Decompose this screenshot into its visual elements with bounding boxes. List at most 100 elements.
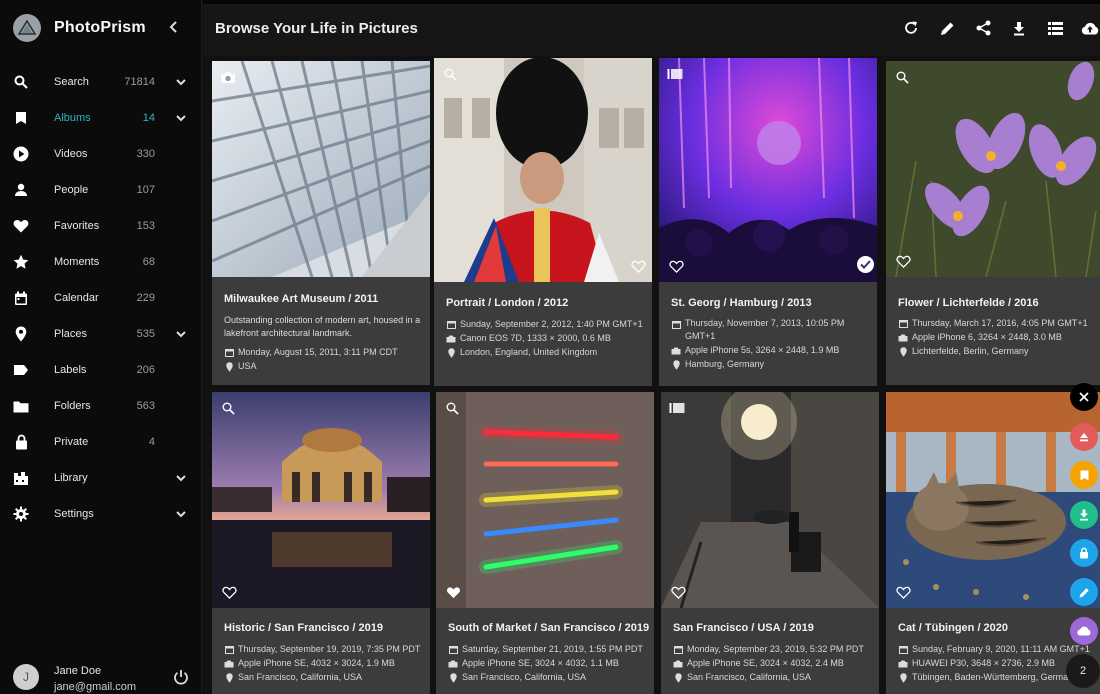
photo-camera: Apple iPhone SE, 4032 × 3024, 1.9 MB bbox=[224, 657, 395, 670]
photo-location: San Francisco, California, USA bbox=[448, 671, 586, 684]
sidebar-item-places[interactable]: Places 535 bbox=[0, 316, 202, 352]
clear-selection-button[interactable] bbox=[1070, 383, 1098, 411]
photo-card[interactable]: Flower / Lichterfelde / 2016 Thursday, M… bbox=[886, 61, 1100, 385]
photo-card[interactable]: St. Georg / Hamburg / 2013 Thursday, Nov… bbox=[659, 58, 877, 386]
sidebar-item-label: Private bbox=[54, 436, 89, 448]
collapse-sidebar-button[interactable] bbox=[164, 17, 184, 37]
sidebar-item-people[interactable]: People 107 bbox=[0, 172, 202, 208]
sidebar-item-moments[interactable]: Moments 68 bbox=[0, 244, 202, 280]
photo-thumbnail[interactable] bbox=[886, 392, 1100, 608]
photo-info: St. Georg / Hamburg / 2013 Thursday, Nov… bbox=[659, 282, 877, 386]
place-icon bbox=[224, 672, 234, 683]
camera-icon bbox=[448, 659, 458, 669]
favorite-heart-icon[interactable] bbox=[668, 258, 684, 274]
photo-thumbnail[interactable] bbox=[434, 58, 652, 282]
sidebar-item-label: Library bbox=[54, 472, 88, 484]
photo-title[interactable]: Portrait / London / 2012 bbox=[446, 297, 568, 309]
favorite-heart-icon[interactable] bbox=[221, 584, 237, 600]
photo-title[interactable]: South of Market / San Francisco / 2019 bbox=[448, 622, 649, 634]
share-button[interactable] bbox=[973, 18, 993, 38]
photo-date: Sunday, February 9, 2020, 11:11 AM GMT+1 bbox=[898, 643, 1090, 656]
sidebar-item-calendar[interactable]: Calendar 229 bbox=[0, 280, 202, 316]
sidebar-item-settings[interactable]: Settings bbox=[0, 496, 202, 532]
chevron-down-icon[interactable] bbox=[174, 507, 188, 521]
favorite-heart-icon[interactable] bbox=[670, 584, 686, 600]
photo-card[interactable]: Portrait / London / 2012 Sunday, Septemb… bbox=[434, 58, 652, 386]
chevron-down-icon[interactable] bbox=[174, 111, 188, 125]
photo-location: USA bbox=[224, 360, 257, 373]
chevron-down-icon[interactable] bbox=[174, 327, 188, 341]
sidebar-item-search[interactable]: Search 71814 bbox=[0, 64, 202, 100]
photo-thumbnail[interactable] bbox=[886, 61, 1100, 277]
sidebar-item-labels[interactable]: Labels 206 bbox=[0, 352, 202, 388]
photo-title[interactable]: Cat / Tübingen / 2020 bbox=[898, 622, 1008, 634]
sidebar-item-count: 153 bbox=[136, 220, 155, 232]
favorite-heart-filled-icon[interactable] bbox=[445, 584, 461, 600]
sidebar-item-label: Places bbox=[54, 328, 88, 340]
make-private-button[interactable] bbox=[1070, 539, 1098, 567]
sidebar-item-count: 206 bbox=[136, 364, 155, 376]
download-selection-button[interactable] bbox=[1070, 501, 1098, 529]
photo-location: Tübingen, Baden-Württemberg, Germany bbox=[898, 671, 1078, 684]
place-icon bbox=[12, 325, 30, 343]
library-icon bbox=[12, 469, 30, 487]
zoom-icon[interactable] bbox=[444, 400, 460, 416]
favorite-heart-icon[interactable] bbox=[895, 253, 911, 269]
sidebar-item-label: Folders bbox=[54, 400, 91, 412]
calendar-icon bbox=[224, 348, 234, 358]
add-to-album-button[interactable] bbox=[1070, 461, 1098, 489]
sidebar-item-library[interactable]: Library bbox=[0, 460, 202, 496]
photo-card[interactable]: Cat / Tübingen / 2020 Sunday, February 9… bbox=[886, 392, 1100, 694]
upload-button[interactable] bbox=[1080, 18, 1100, 38]
favorite-heart-icon[interactable] bbox=[630, 258, 646, 274]
selected-check-icon[interactable] bbox=[857, 256, 874, 273]
calendar-icon bbox=[12, 289, 30, 307]
edit-selection-button[interactable] bbox=[1070, 578, 1098, 606]
photo-card[interactable]: South of Market / San Francisco / 2019 S… bbox=[436, 392, 654, 694]
photo-thumbnail[interactable] bbox=[436, 392, 654, 608]
photo-date: Monday, September 23, 2019, 5:32 PM PDT bbox=[673, 643, 864, 656]
photo-thumbnail[interactable] bbox=[659, 58, 877, 282]
calendar-icon bbox=[898, 645, 908, 655]
avatar[interactable]: J bbox=[13, 664, 39, 690]
logout-button[interactable] bbox=[173, 669, 189, 685]
photo-title[interactable]: San Francisco / USA / 2019 bbox=[673, 622, 814, 634]
photoprism-logo[interactable] bbox=[13, 14, 41, 42]
chevron-down-icon[interactable] bbox=[174, 75, 188, 89]
sidebar-item-label: Albums bbox=[54, 112, 91, 124]
photo-title[interactable]: Flower / Lichterfelde / 2016 bbox=[898, 297, 1039, 309]
sidebar-item-label: Labels bbox=[54, 364, 87, 376]
photo-thumbnail[interactable] bbox=[212, 61, 430, 277]
refresh-button[interactable] bbox=[901, 18, 921, 38]
photo-date: Sunday, September 2, 2012, 1:40 PM GMT+1 bbox=[446, 318, 643, 331]
label-icon bbox=[12, 361, 30, 379]
photo-info: Milwaukee Art Museum / 2011 Outstanding … bbox=[212, 277, 430, 385]
zoom-icon[interactable] bbox=[894, 69, 910, 85]
photo-card[interactable]: Milwaukee Art Museum / 2011 Outstanding … bbox=[212, 61, 430, 385]
archive-selection-button[interactable] bbox=[1070, 617, 1098, 645]
photo-thumbnail[interactable] bbox=[661, 392, 879, 608]
favorite-heart-icon[interactable] bbox=[895, 584, 911, 600]
sidebar-item-private[interactable]: Private 4 bbox=[0, 424, 202, 460]
sidebar-item-favorites[interactable]: Favorites 153 bbox=[0, 208, 202, 244]
sidebar-item-albums[interactable]: Albums 14 bbox=[0, 100, 202, 136]
selection-count-button[interactable]: 2 bbox=[1066, 654, 1100, 688]
sidebar-item-folders[interactable]: Folders 563 bbox=[0, 388, 202, 424]
place-icon bbox=[898, 672, 908, 683]
share-selection-button[interactable] bbox=[1070, 423, 1098, 451]
list-view-button[interactable] bbox=[1045, 18, 1065, 38]
photo-info: Cat / Tübingen / 2020 Sunday, February 9… bbox=[886, 608, 1100, 694]
zoom-icon[interactable] bbox=[442, 66, 458, 82]
photo-card[interactable]: Historic / San Francisco / 2019 Thursday… bbox=[212, 392, 430, 694]
sidebar-item-videos[interactable]: Videos 330 bbox=[0, 136, 202, 172]
zoom-icon[interactable] bbox=[220, 400, 236, 416]
photo-title[interactable]: Historic / San Francisco / 2019 bbox=[224, 622, 383, 634]
photo-title[interactable]: Milwaukee Art Museum / 2011 bbox=[224, 293, 378, 305]
chevron-down-icon[interactable] bbox=[174, 471, 188, 485]
edit-button[interactable] bbox=[937, 18, 957, 38]
photo-thumbnail[interactable] bbox=[212, 392, 430, 608]
download-button[interactable] bbox=[1009, 18, 1029, 38]
photo-card[interactable]: San Francisco / USA / 2019 Monday, Septe… bbox=[661, 392, 879, 694]
sidebar-item-label: Moments bbox=[54, 256, 100, 268]
photo-title[interactable]: St. Georg / Hamburg / 2013 bbox=[671, 297, 812, 309]
